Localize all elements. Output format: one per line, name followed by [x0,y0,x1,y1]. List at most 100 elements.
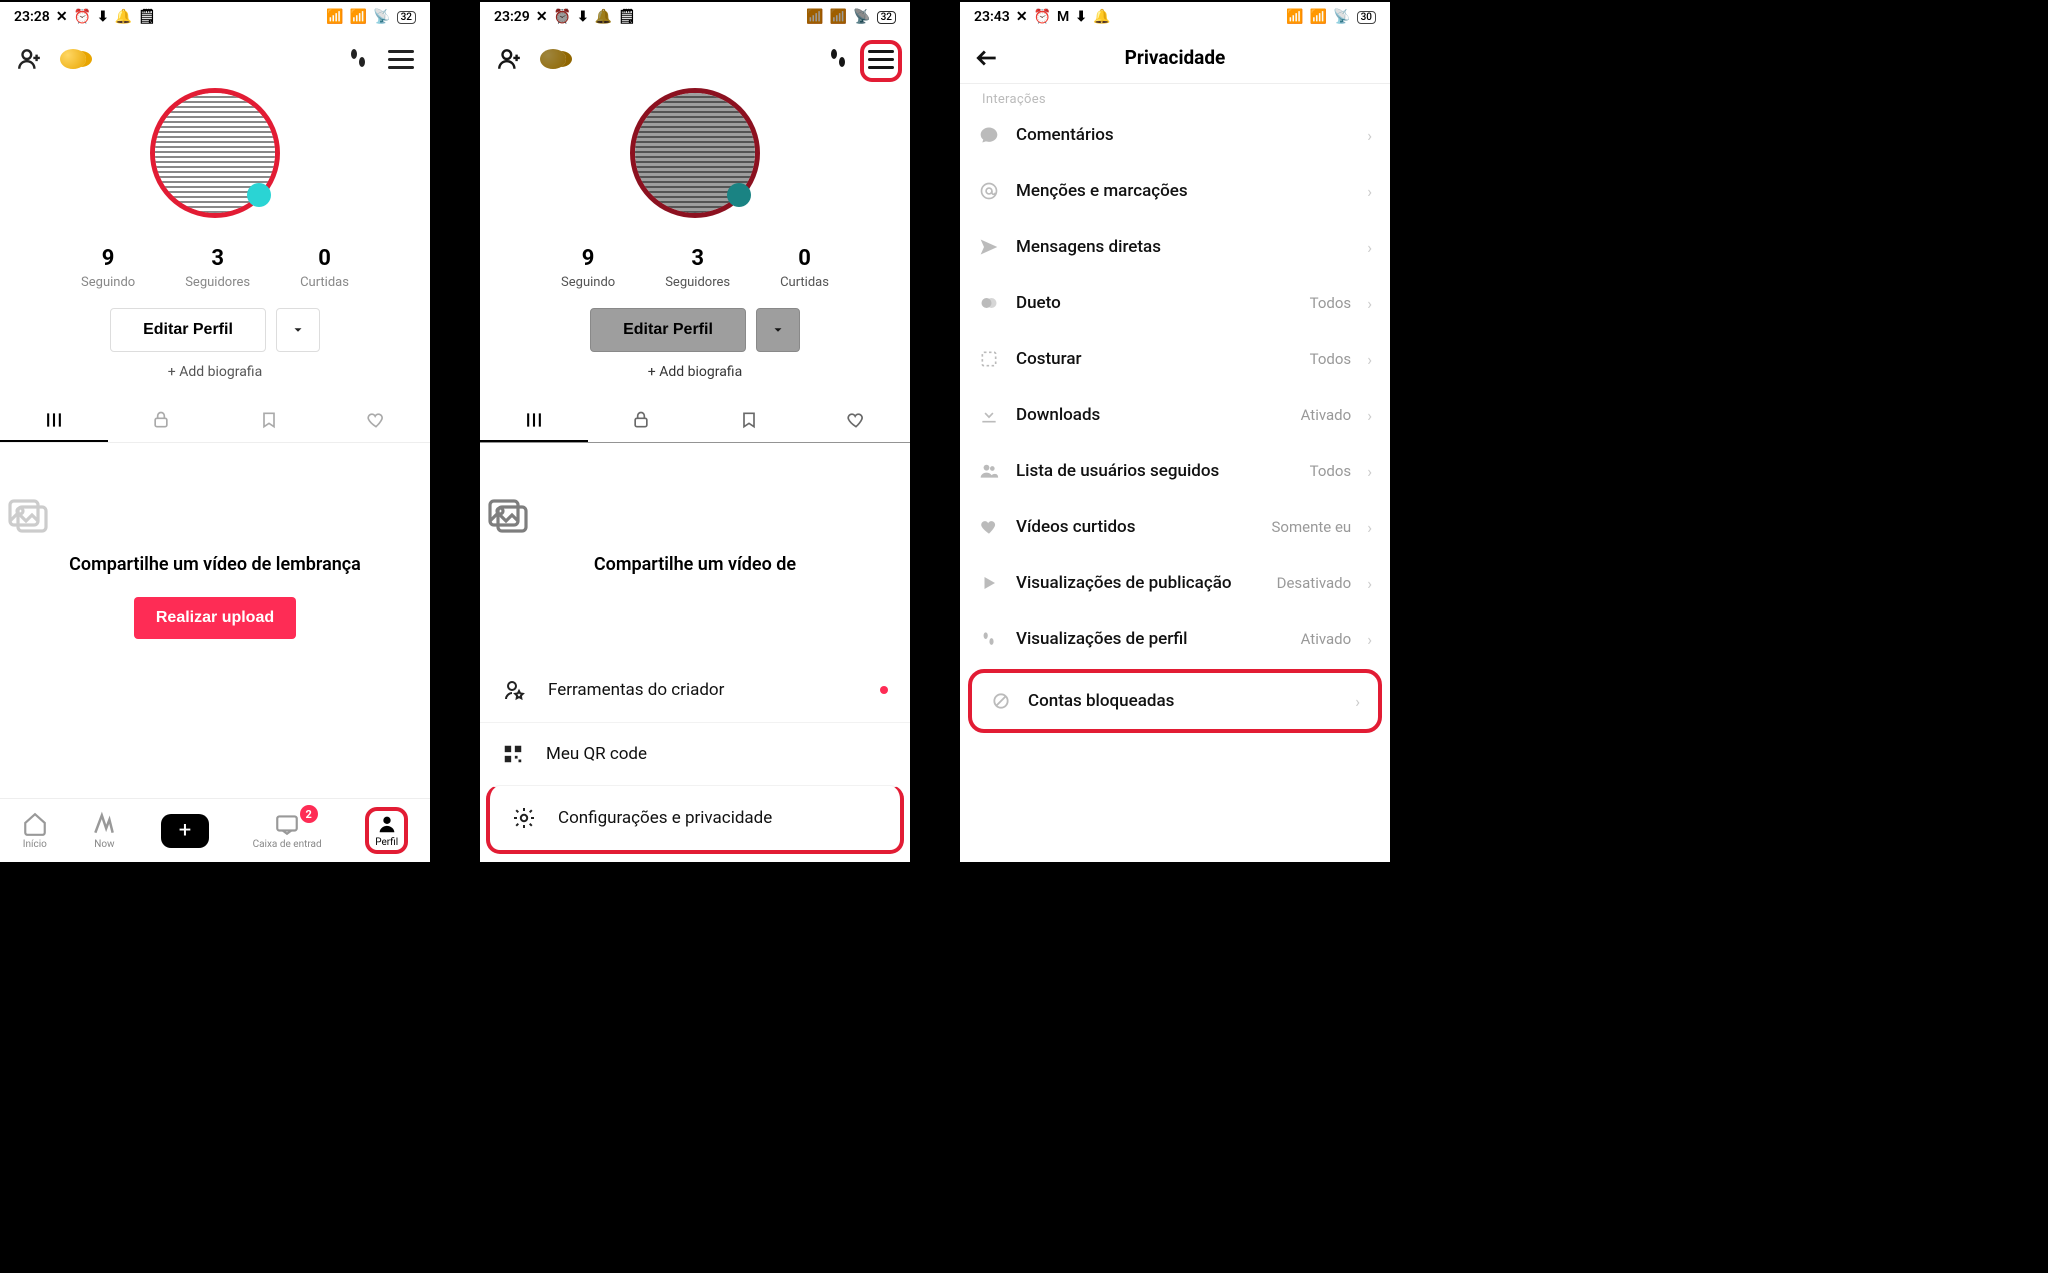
download-icon: ⬇ [97,9,109,25]
footprint-icon[interactable] [826,46,850,72]
sheet-creator-tools[interactable]: Ferramentas do criador [480,658,910,722]
coins-icon[interactable] [60,49,86,69]
status-bar: 23:28 ✕ ⏰ ⬇ 🔔 🗒 📶 📶 📡 32 [0,2,430,32]
qr-icon [502,743,524,765]
bell-icon: 🔔 [115,9,132,25]
mute-icon: ✕ [1016,9,1028,25]
menu-icon[interactable] [388,50,414,69]
edit-row: Editar Perfil [480,308,910,352]
tab-private[interactable] [108,400,216,442]
setting-liked[interactable]: Vídeos curtidos Somente eu › [960,499,1390,555]
titlebar: Privacidade [960,32,1390,84]
sheet-qr[interactable]: Meu QR code [480,722,910,785]
page-title: Privacidade [1125,46,1226,69]
profile-stats: 9 Seguindo 3 Seguidores 0 Curtidas [480,246,910,290]
duet-icon [978,293,1000,313]
edit-row: Editar Perfil [0,308,430,352]
stat-followers[interactable]: 3 Seguidores [185,246,250,290]
download-icon [978,405,1000,425]
setting-downloads[interactable]: Downloads Ativado › [960,387,1390,443]
add-bio-link[interactable]: + Add biografia [480,364,910,380]
stat-followers[interactable]: 3 Seguidores [665,246,730,290]
tab-grid[interactable] [480,400,588,442]
alarm-icon: ⏰ [554,9,571,25]
add-bio-link[interactable]: + Add biografia [0,364,430,380]
setting-mentions[interactable]: Menções e marcações › [960,163,1390,219]
nav-home[interactable]: Início [22,811,48,850]
bottom-nav: Início Now + 2 Caixa de entrad Perfil [0,798,430,862]
setting-comments[interactable]: Comentários › [960,107,1390,163]
avatar[interactable] [155,93,275,213]
mute-icon: ✕ [56,9,68,25]
nav-create[interactable]: + [161,814,209,848]
note-icon: 🗒 [618,9,636,25]
nav-inbox[interactable]: 2 Caixa de entrad [253,811,322,850]
nav-now[interactable]: Now [91,811,117,850]
setting-post-views[interactable]: Visualizações de publicação Desativado › [960,555,1390,611]
tab-grid[interactable] [0,400,108,442]
stat-likes[interactable]: 0 Curtidas [300,246,349,290]
setting-blocked[interactable]: Contas bloqueadas › [968,669,1382,733]
avatar-highlight [630,88,760,218]
battery-level: 30 [1357,11,1376,24]
coins-icon[interactable] [540,49,566,69]
chevron-icon: › [1367,630,1372,649]
tab-saved[interactable] [215,400,323,442]
profile-stats: 9 Seguindo 3 Seguidores 0 Curtidas [0,246,430,290]
person-star-icon [502,678,526,702]
battery-level: 32 [877,11,896,24]
empty-image-icon [480,491,910,539]
sheet-label: Meu QR code [546,744,647,764]
content-tabs [480,400,910,443]
note-icon: 🗒 [138,9,156,25]
chevron-icon: › [1367,574,1372,593]
tab-liked[interactable] [803,400,911,442]
empty-title: Compartilhe um vídeo de [480,553,910,577]
stat-following[interactable]: 9 Seguindo [81,246,135,290]
empty-state: Compartilhe um vídeo de lembrança Realiz… [0,491,430,639]
download-icon: ⬇ [1075,9,1087,25]
profile-more-button[interactable] [276,308,320,352]
settings-list: Comentários › Menções e marcações › Mens… [960,107,1390,735]
setting-stitch[interactable]: Costurar Todos › [960,331,1390,387]
avatar-add-badge[interactable] [727,183,751,207]
edit-profile-button[interactable]: Editar Perfil [590,308,746,352]
footprint-icon[interactable] [346,46,370,72]
avatar[interactable] [635,93,755,213]
setting-profile-views[interactable]: Visualizações de perfil Ativado › [960,611,1390,667]
upload-button[interactable]: Realizar upload [134,597,296,639]
setting-following-list[interactable]: Lista de usuários seguidos Todos › [960,443,1390,499]
profile-more-button[interactable] [756,308,800,352]
edit-profile-button[interactable]: Editar Perfil [110,308,266,352]
signal-icon: 📶 [806,9,823,25]
add-friend-icon[interactable] [496,46,522,72]
chevron-icon: › [1367,406,1372,425]
block-icon [990,691,1012,711]
empty-state: Compartilhe um vídeo de [480,491,910,577]
setting-duet[interactable]: Dueto Todos › [960,275,1390,331]
play-icon [978,574,1000,592]
add-friend-icon[interactable] [16,46,42,72]
tab-liked[interactable] [323,400,431,442]
tab-saved[interactable] [695,400,803,442]
profile-topbar [480,32,910,78]
sheet-settings[interactable]: Configurações e privacidade [486,785,904,854]
setting-dm[interactable]: Mensagens diretas › [960,219,1390,275]
stat-following[interactable]: 9 Seguindo [561,246,615,290]
send-icon [978,237,1000,257]
avatar-add-badge[interactable] [247,183,271,207]
heart-icon [978,517,1000,537]
wifi-icon: 📡 [1333,9,1350,25]
back-icon[interactable] [974,45,1000,71]
status-time: 23:28 [14,9,50,25]
alarm-icon: ⏰ [74,9,91,25]
screen-menu-open: 23:29 ✕ ⏰ ⬇ 🔔 🗒 📶 📶 📡 32 [480,2,910,862]
battery-level: 32 [397,11,416,24]
nav-profile[interactable]: Perfil [365,807,408,854]
stat-likes[interactable]: 0 Curtidas [780,246,829,290]
stitch-icon [978,349,1000,369]
inbox-badge: 2 [300,805,318,823]
tab-private[interactable] [588,400,696,442]
avatar-highlight [150,88,280,218]
chevron-icon: › [1367,238,1372,257]
